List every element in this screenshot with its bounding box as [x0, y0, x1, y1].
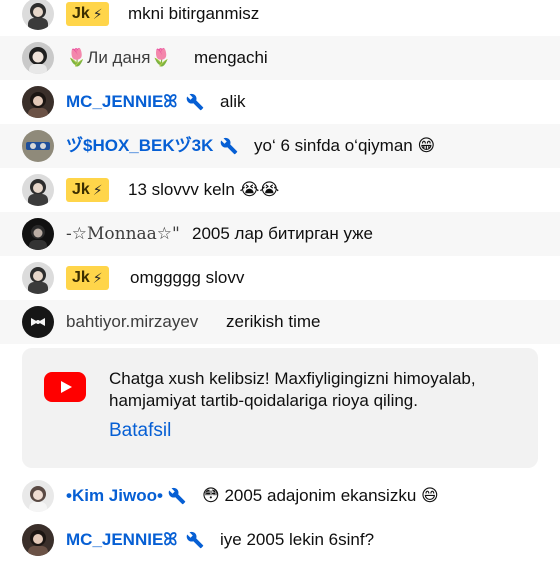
message-text: omggggg slovv: [130, 268, 245, 287]
chat-message: •Kim Jiwoo• 😳 2005 adajonim ekansizku 😄: [0, 474, 560, 518]
chat-message: Jk ⚡ omggggg slovv: [0, 256, 560, 300]
chat-message: bahtiyor.mirzayev zerikish time: [0, 300, 560, 344]
author-name[interactable]: -☆Monnaa☆": [66, 224, 180, 244]
lightning-icon: ⚡: [92, 5, 103, 22]
author-name[interactable]: ヅ$HOX_BEKヅ3K: [66, 136, 213, 156]
chat-message: Jk ⚡ 13 slovvv keln 😭😭: [0, 168, 560, 212]
chat-message: 🌷Ли даня🌷 mengachi: [0, 36, 560, 80]
message-text: mengachi: [194, 48, 268, 67]
author-name[interactable]: MC_JENNIEꕤ: [66, 530, 177, 550]
member-author-chip[interactable]: Jk ⚡: [66, 266, 109, 290]
avatar[interactable]: [22, 218, 54, 250]
lightning-icon: ⚡: [92, 181, 103, 198]
author-name[interactable]: 🌷Ли даня🌷: [66, 48, 172, 68]
author-name: Jk: [72, 181, 90, 198]
welcome-card: Chatga xush kelibsiz! Maxfiyligingizni h…: [22, 348, 538, 468]
message-text: 13 slovvv keln 😭😭: [128, 180, 280, 199]
avatar[interactable]: [22, 174, 54, 206]
chat-message: ヅ$HOX_BEKヅ3K yo‘ 6 sinfda o‘qiyman 😁: [0, 124, 560, 168]
welcome-text: Chatga xush kelibsiz! Maxfiyligingizni h…: [109, 369, 476, 410]
message-text: alik: [220, 92, 246, 111]
avatar[interactable]: [22, 524, 54, 556]
chat-message: MC_JENNIEꕤ iye 2005 lekin 6sinf?: [0, 518, 560, 562]
youtube-logo-icon: [44, 372, 86, 402]
avatar[interactable]: [22, 262, 54, 294]
message-text: iye 2005 lekin 6sinf?: [220, 530, 375, 549]
live-chat: Jk ⚡ mkni bitirganmisz 🌷Ли даня🌷 mengach…: [0, 0, 560, 560]
avatar[interactable]: [22, 480, 54, 512]
avatar[interactable]: [22, 86, 54, 118]
member-author-chip[interactable]: Jk ⚡: [66, 178, 109, 202]
author-name[interactable]: •Kim Jiwoo•: [66, 486, 163, 506]
message-text: 😳 2005 adajonim ekansizku 😄: [202, 486, 439, 505]
wrench-icon: [186, 531, 204, 549]
avatar[interactable]: [22, 42, 54, 74]
avatar[interactable]: [22, 0, 54, 30]
message-text: 2005 лар битирган уже: [192, 224, 373, 243]
wrench-icon: [168, 487, 186, 505]
message-text: zerikish time: [226, 312, 321, 331]
author-name[interactable]: bahtiyor.mirzayev: [66, 312, 198, 332]
avatar[interactable]: [22, 306, 54, 338]
avatar[interactable]: [22, 130, 54, 162]
wrench-icon: [220, 137, 238, 155]
chat-message: -☆Monnaa☆" 2005 лар битирган уже: [0, 212, 560, 256]
chat-message: Jk ⚡ mkni bitirganmisz: [0, 0, 560, 36]
learn-more-link[interactable]: Batafsil: [109, 420, 171, 442]
lightning-icon: ⚡: [92, 269, 103, 286]
author-name[interactable]: MC_JENNIEꕤ: [66, 92, 177, 112]
author-name: Jk: [72, 5, 90, 22]
chat-message: MC_JENNIEꕤ alik: [0, 80, 560, 124]
member-author-chip[interactable]: Jk ⚡: [66, 2, 109, 26]
wrench-icon: [186, 93, 204, 111]
message-text: mkni bitirganmisz: [128, 4, 260, 23]
author-name: Jk: [72, 269, 90, 286]
message-text: yo‘ 6 sinfda o‘qiyman 😁: [254, 136, 436, 155]
